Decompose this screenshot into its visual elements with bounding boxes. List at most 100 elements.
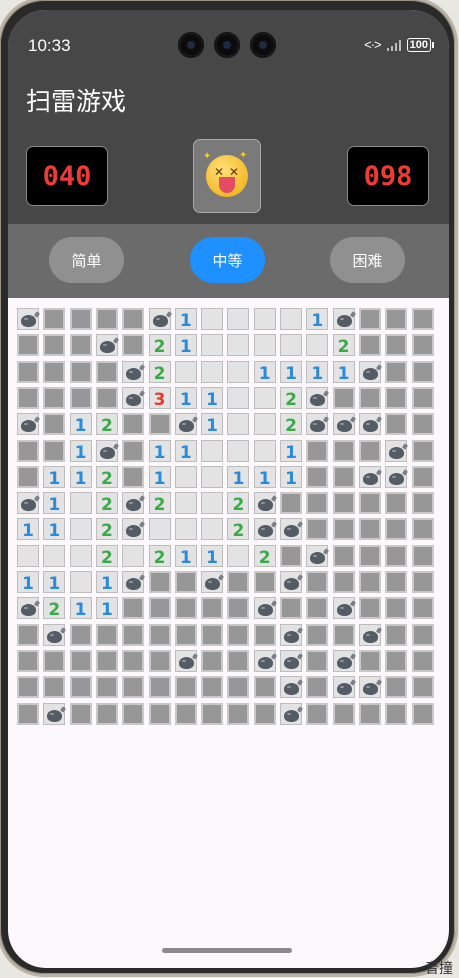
mine-cell[interactable] bbox=[332, 308, 355, 330]
closed-cell[interactable] bbox=[148, 702, 171, 725]
empty-cell[interactable] bbox=[253, 439, 276, 462]
closed-cell[interactable] bbox=[411, 308, 434, 330]
empty-cell[interactable] bbox=[227, 439, 250, 462]
mine-cell[interactable] bbox=[122, 360, 145, 383]
closed-cell[interactable] bbox=[385, 571, 408, 593]
number-cell[interactable]: 2 bbox=[95, 518, 118, 541]
closed-cell[interactable] bbox=[411, 465, 434, 488]
empty-cell[interactable] bbox=[201, 518, 224, 541]
number-cell[interactable]: 1 bbox=[280, 360, 302, 384]
closed-cell[interactable] bbox=[385, 386, 408, 409]
number-cell[interactable]: 1 bbox=[174, 386, 197, 410]
closed-cell[interactable] bbox=[174, 571, 197, 593]
closed-cell[interactable] bbox=[280, 492, 302, 515]
empty-cell[interactable] bbox=[201, 492, 224, 515]
closed-cell[interactable] bbox=[148, 571, 171, 593]
mine-cell[interactable] bbox=[201, 571, 224, 593]
closed-cell[interactable] bbox=[148, 413, 171, 436]
number-cell[interactable]: 1 bbox=[306, 308, 329, 331]
number-cell[interactable]: 1 bbox=[95, 571, 118, 594]
number-cell[interactable]: 1 bbox=[201, 413, 224, 436]
closed-cell[interactable] bbox=[358, 571, 381, 593]
mine-cell[interactable] bbox=[95, 439, 118, 462]
closed-cell[interactable] bbox=[69, 308, 92, 330]
closed-cell[interactable] bbox=[253, 702, 276, 725]
closed-cell[interactable] bbox=[358, 308, 381, 330]
number-cell[interactable]: 1 bbox=[69, 465, 92, 489]
mine-cell[interactable] bbox=[253, 649, 276, 672]
number-cell[interactable]: 1 bbox=[174, 308, 197, 331]
mine-cell[interactable] bbox=[358, 465, 381, 488]
empty-cell[interactable] bbox=[69, 571, 92, 593]
closed-cell[interactable] bbox=[43, 360, 66, 383]
number-cell[interactable]: 1 bbox=[306, 360, 329, 384]
mine-cell[interactable] bbox=[17, 597, 39, 620]
closed-cell[interactable] bbox=[227, 597, 250, 620]
mine-cell[interactable] bbox=[306, 413, 329, 436]
number-cell[interactable]: 1 bbox=[43, 492, 66, 515]
mine-cell[interactable] bbox=[280, 676, 302, 699]
empty-cell[interactable] bbox=[201, 465, 224, 488]
closed-cell[interactable] bbox=[174, 702, 197, 725]
closed-cell[interactable] bbox=[122, 439, 145, 462]
closed-cell[interactable] bbox=[95, 676, 118, 699]
mine-cell[interactable] bbox=[385, 465, 408, 488]
closed-cell[interactable] bbox=[280, 597, 302, 620]
closed-cell[interactable] bbox=[411, 571, 434, 593]
closed-cell[interactable] bbox=[17, 465, 39, 488]
number-cell[interactable]: 3 bbox=[148, 386, 171, 410]
closed-cell[interactable] bbox=[411, 492, 434, 515]
closed-cell[interactable] bbox=[306, 702, 329, 725]
closed-cell[interactable] bbox=[332, 623, 355, 646]
empty-cell[interactable] bbox=[253, 413, 276, 436]
closed-cell[interactable] bbox=[306, 597, 329, 620]
mine-cell[interactable] bbox=[358, 623, 381, 646]
closed-cell[interactable] bbox=[95, 386, 118, 409]
closed-cell[interactable] bbox=[227, 571, 250, 593]
mine-cell[interactable] bbox=[332, 597, 355, 620]
number-cell[interactable]: 2 bbox=[95, 413, 118, 436]
closed-cell[interactable] bbox=[358, 334, 381, 357]
closed-cell[interactable] bbox=[148, 676, 171, 699]
closed-cell[interactable] bbox=[122, 597, 145, 620]
closed-cell[interactable] bbox=[358, 439, 381, 462]
closed-cell[interactable] bbox=[148, 623, 171, 646]
empty-cell[interactable] bbox=[201, 360, 224, 383]
closed-cell[interactable] bbox=[332, 386, 355, 409]
closed-cell[interactable] bbox=[201, 597, 224, 620]
closed-cell[interactable] bbox=[253, 571, 276, 593]
closed-cell[interactable] bbox=[385, 492, 408, 515]
closed-cell[interactable] bbox=[95, 702, 118, 725]
mine-cell[interactable] bbox=[122, 518, 145, 541]
mine-cell[interactable] bbox=[122, 571, 145, 593]
number-cell[interactable]: 2 bbox=[332, 334, 355, 357]
empty-cell[interactable] bbox=[174, 465, 197, 488]
mine-cell[interactable] bbox=[43, 702, 66, 725]
mine-cell[interactable] bbox=[122, 492, 145, 515]
number-cell[interactable]: 2 bbox=[95, 492, 118, 515]
mine-cell[interactable] bbox=[332, 649, 355, 672]
mine-cell[interactable] bbox=[358, 360, 381, 383]
closed-cell[interactable] bbox=[69, 702, 92, 725]
number-cell[interactable]: 2 bbox=[253, 544, 276, 568]
number-cell[interactable]: 1 bbox=[43, 571, 66, 594]
mine-cell[interactable] bbox=[253, 518, 276, 541]
closed-cell[interactable] bbox=[358, 492, 381, 515]
number-cell[interactable]: 2 bbox=[227, 492, 250, 515]
closed-cell[interactable] bbox=[358, 649, 381, 672]
closed-cell[interactable] bbox=[122, 413, 145, 436]
mine-cell[interactable] bbox=[358, 676, 381, 699]
number-cell[interactable]: 1 bbox=[95, 597, 118, 620]
empty-cell[interactable] bbox=[174, 492, 197, 515]
closed-cell[interactable] bbox=[43, 386, 66, 409]
empty-cell[interactable] bbox=[201, 308, 224, 330]
closed-cell[interactable] bbox=[43, 439, 66, 462]
closed-cell[interactable] bbox=[385, 413, 408, 436]
number-cell[interactable]: 1 bbox=[280, 439, 302, 463]
closed-cell[interactable] bbox=[17, 334, 39, 357]
closed-cell[interactable] bbox=[69, 386, 92, 409]
closed-cell[interactable] bbox=[227, 649, 250, 672]
number-cell[interactable]: 1 bbox=[253, 465, 276, 489]
number-cell[interactable]: 2 bbox=[148, 544, 171, 568]
closed-cell[interactable] bbox=[332, 439, 355, 462]
